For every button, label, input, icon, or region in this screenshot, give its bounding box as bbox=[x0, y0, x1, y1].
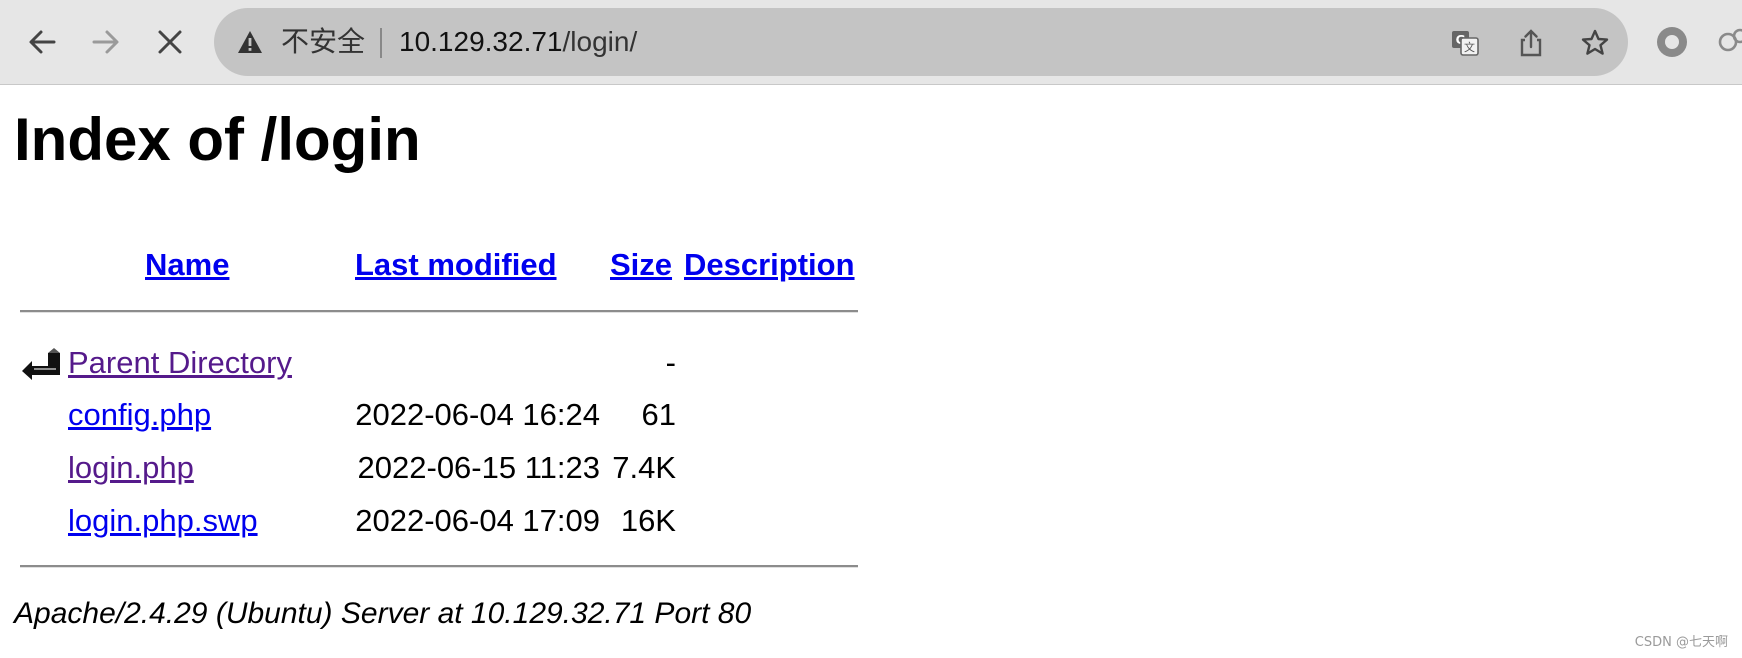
file-link[interactable]: login.php.swp bbox=[68, 497, 258, 545]
stop-loading-button[interactable] bbox=[148, 20, 192, 64]
header-divider bbox=[20, 310, 858, 313]
file-size: 16K bbox=[620, 503, 676, 538]
translate-icon[interactable]: G 文 bbox=[1450, 28, 1480, 58]
stop-icon bbox=[158, 30, 182, 54]
svg-text:文: 文 bbox=[1464, 40, 1475, 54]
table-row: Parent Directory - bbox=[0, 339, 900, 387]
footer-divider bbox=[20, 565, 858, 568]
back-icon bbox=[29, 30, 56, 54]
back-button[interactable] bbox=[20, 20, 64, 64]
security-status-label[interactable]: 不安全 bbox=[281, 22, 365, 62]
column-header-name[interactable]: Name bbox=[145, 245, 229, 285]
table-row: login.php 2022-06-15 11:23 7.4K bbox=[0, 444, 900, 492]
url-path: /login/ bbox=[562, 26, 638, 57]
warning-icon bbox=[238, 31, 262, 53]
file-link[interactable]: Parent Directory bbox=[68, 339, 292, 387]
watermark: CSDN @七天啊 bbox=[1634, 635, 1728, 650]
file-last-modified: 2022-06-15 11:23 bbox=[357, 450, 600, 485]
parent-directory-back-icon bbox=[22, 348, 60, 380]
bookmark-star-icon[interactable] bbox=[1580, 28, 1610, 58]
table-row: config.php 2022-06-04 16:24 61 bbox=[0, 391, 900, 439]
address-bar[interactable]: 不安全 10.129.32.71/login/ G 文 bbox=[214, 8, 1628, 76]
file-link[interactable]: config.php bbox=[68, 391, 211, 439]
share-icon[interactable] bbox=[1516, 28, 1546, 58]
column-header-last-modified[interactable]: Last modified bbox=[355, 245, 557, 285]
directory-listing-page: Index of /login Name Last modified Size … bbox=[0, 85, 1742, 658]
extension-puzzle-icon[interactable] bbox=[1716, 24, 1742, 60]
extension-icon[interactable] bbox=[1654, 24, 1690, 60]
file-size: 61 bbox=[641, 397, 676, 432]
column-header-size[interactable]: Size bbox=[610, 245, 672, 285]
server-signature: Apache/2.4.29 (Ubuntu) Server at 10.129.… bbox=[14, 597, 752, 630]
file-last-modified: 2022-06-04 16:24 bbox=[355, 397, 600, 432]
url-text[interactable]: 10.129.32.71/login/ bbox=[399, 22, 637, 62]
file-size: 7.4K bbox=[612, 450, 676, 485]
browser-toolbar: 不安全 10.129.32.71/login/ G 文 bbox=[0, 0, 1742, 85]
table-row: login.php.swp 2022-06-04 17:09 16K bbox=[0, 497, 900, 545]
forward-button[interactable] bbox=[84, 20, 128, 64]
column-header-description[interactable]: Description bbox=[684, 245, 855, 285]
file-link[interactable]: login.php bbox=[68, 444, 194, 492]
page-title: Index of /login bbox=[14, 106, 421, 173]
file-size: - bbox=[665, 345, 676, 380]
address-separator bbox=[380, 28, 382, 58]
file-last-modified: 2022-06-04 17:09 bbox=[355, 503, 600, 538]
forward-icon bbox=[92, 30, 119, 54]
url-host: 10.129.32.71 bbox=[399, 26, 563, 57]
